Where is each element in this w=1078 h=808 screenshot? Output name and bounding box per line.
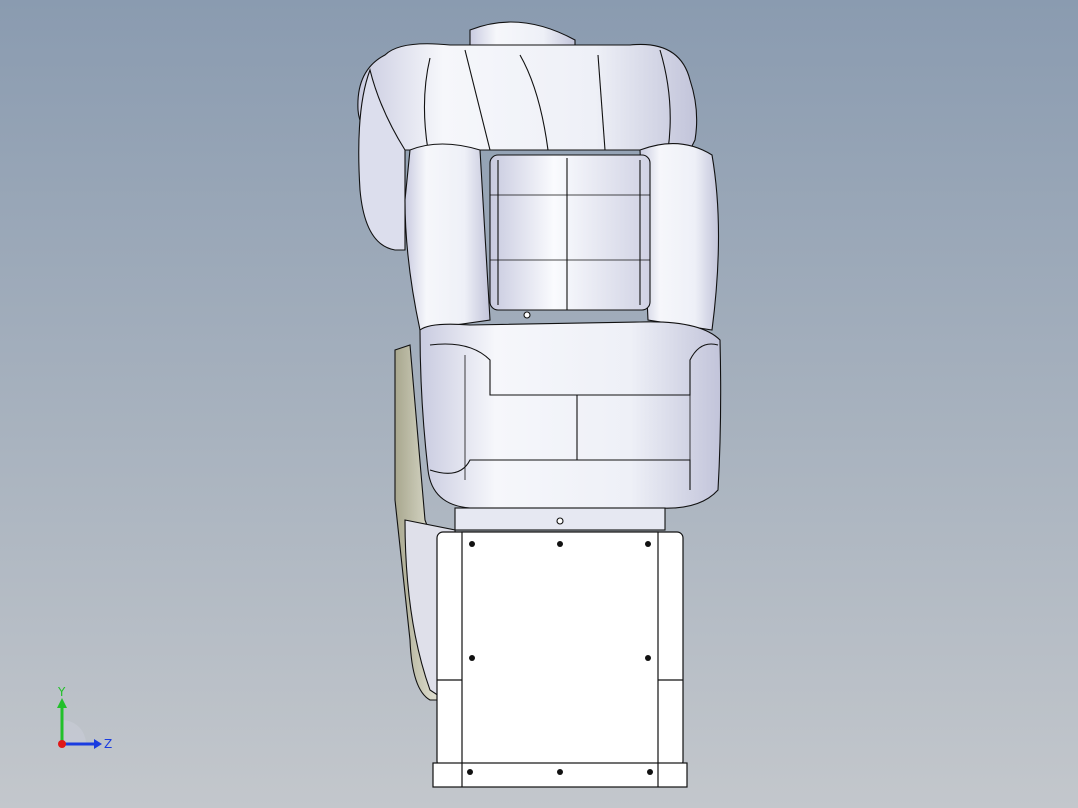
elbow-joint bbox=[404, 143, 720, 331]
graphics-viewport[interactable]: Y Z bbox=[0, 0, 1078, 808]
turntable bbox=[454, 507, 666, 531]
y-axis-label: Y bbox=[57, 685, 66, 699]
main-body bbox=[419, 321, 722, 509]
orientation-triad: Y Z bbox=[57, 685, 112, 751]
x-axis bbox=[58, 740, 66, 748]
robot-arm-model[interactable] bbox=[0, 0, 1078, 808]
robot-base bbox=[432, 531, 688, 788]
z-axis-label: Z bbox=[104, 737, 112, 751]
